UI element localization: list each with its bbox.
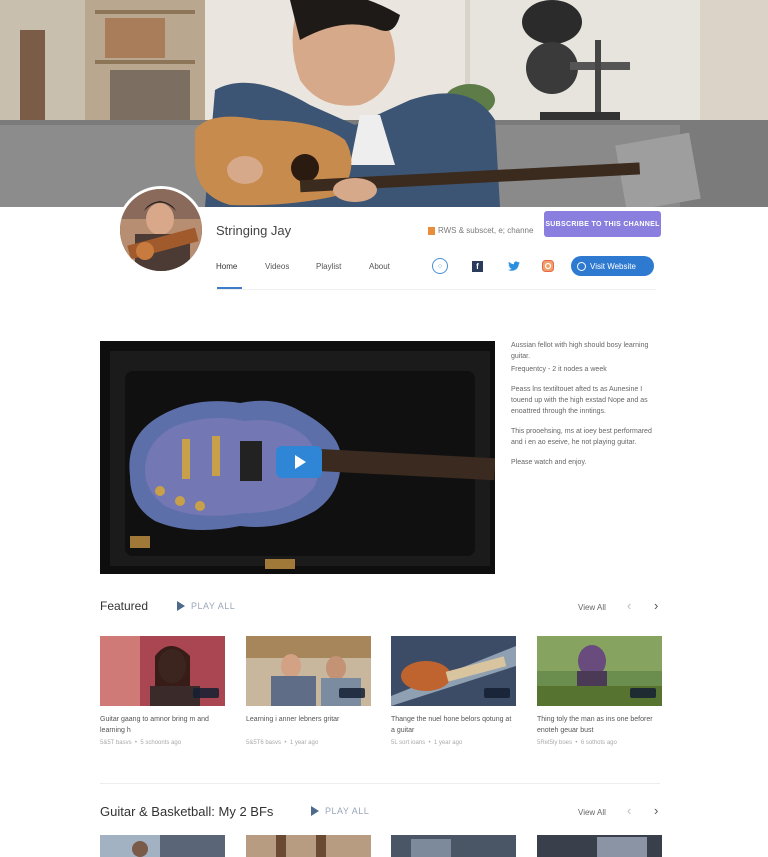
channel-description: Aussian fellot with high should bosy lea…	[511, 340, 661, 477]
tab-videos[interactable]: Videos	[265, 262, 289, 271]
video-title[interactable]: Guitar gaang to amnor bring m and learni…	[100, 714, 225, 736]
subscribe-button[interactable]: SUBSCRIBE TO THIS CHANNEL	[544, 211, 661, 237]
play-button[interactable]	[276, 446, 322, 478]
description-paragraph: Aussian fellot with high should bosy lea…	[511, 342, 649, 360]
globe-icon[interactable]: ○	[432, 258, 448, 274]
tab-home[interactable]: Home	[216, 262, 237, 271]
video-title[interactable]: Thing toly the man as ins one beforer en…	[537, 714, 662, 736]
subscriber-count: RWS & subscet, e; channe	[428, 226, 533, 235]
video-age: 1 year ago	[433, 740, 463, 746]
play-all-button[interactable]: PLAY ALL	[177, 601, 235, 611]
visit-website-button[interactable]: Visit Website	[571, 256, 654, 276]
play-all-label: PLAY ALL	[325, 806, 370, 816]
video-views: 5Ret5ly boes	[537, 740, 573, 746]
description-paragraph: Peass lns textiltouet afted ts as Aunesi…	[511, 386, 648, 415]
instagram-icon[interactable]	[540, 258, 556, 274]
play-icon	[311, 806, 319, 816]
video-meta: 5Ret5ly boes • 6 sothots ago	[537, 740, 617, 746]
video-title[interactable]: Learning i anner lebners gritar	[246, 714, 371, 725]
video-thumbnail[interactable]	[100, 835, 225, 857]
channel-name: Stringing Jay	[216, 223, 292, 238]
channel-banner	[0, 0, 768, 207]
chevron-left-icon[interactable]: ‹	[627, 803, 631, 818]
duration-badge	[484, 688, 510, 698]
video-views: 5L sort ioans	[391, 740, 426, 746]
video-thumbnail[interactable]	[537, 636, 662, 706]
facebook-icon[interactable]: f	[472, 261, 483, 272]
section-divider	[100, 783, 660, 784]
video-meta: 5&5T basvs • 5 schoonts ago	[100, 740, 182, 746]
tab-about[interactable]: About	[369, 262, 390, 271]
video-age: 5 schoonts ago	[140, 740, 182, 746]
play-icon	[295, 455, 306, 469]
duration-badge	[193, 688, 219, 698]
video-views: 5&5T6 basvs	[246, 740, 282, 746]
visit-website-label: Visit Website	[590, 261, 636, 271]
chevron-right-icon[interactable]: ›	[654, 803, 658, 818]
description-paragraph: This prooehsing, ms at ioey best perform…	[511, 428, 652, 446]
video-meta: 5L sort ioans • 1 year ago	[391, 740, 463, 746]
tab-playlist[interactable]: Playlist	[316, 262, 341, 271]
video-title[interactable]: Thange the nuel hone belors qotung at a …	[391, 714, 516, 736]
subscriber-icon	[428, 226, 435, 235]
link-icon	[577, 261, 586, 271]
subscriber-text: RWS & subscet, e; channe	[438, 226, 534, 235]
section-title-featured: Featured	[100, 599, 149, 613]
view-all-link[interactable]: View All	[578, 808, 606, 817]
video-thumbnail[interactable]	[537, 835, 662, 857]
video-thumbnail[interactable]	[246, 835, 371, 857]
description-paragraph: Frequentcy - 2 it nodes a week	[511, 366, 607, 373]
video-views: 5&5T basvs	[100, 740, 132, 746]
play-icon	[177, 601, 185, 611]
play-all-button[interactable]: PLAY ALL	[311, 806, 369, 816]
view-all-link[interactable]: View All	[578, 603, 606, 612]
twitter-icon[interactable]	[506, 258, 522, 274]
play-all-label: PLAY ALL	[191, 601, 236, 611]
chevron-right-icon[interactable]: ›	[654, 598, 658, 613]
video-thumbnail[interactable]	[246, 636, 371, 706]
video-meta: 5&5T6 basvs • 1 year ago	[246, 740, 319, 746]
video-age: 1 year ago	[289, 740, 319, 746]
video-age: 6 sothots ago	[580, 740, 617, 746]
video-thumbnail[interactable]	[100, 636, 225, 706]
nav-divider	[216, 289, 656, 290]
channel-avatar[interactable]	[117, 186, 205, 274]
duration-badge	[630, 688, 656, 698]
chevron-left-icon[interactable]: ‹	[627, 598, 631, 613]
duration-badge	[339, 688, 365, 698]
section-title-playlist: Guitar & Basketball: My 2 BFs	[100, 804, 274, 819]
video-thumbnail[interactable]	[391, 636, 516, 706]
video-thumbnail[interactable]	[391, 835, 516, 857]
description-paragraph: Please watch and enjoy.	[511, 459, 587, 466]
